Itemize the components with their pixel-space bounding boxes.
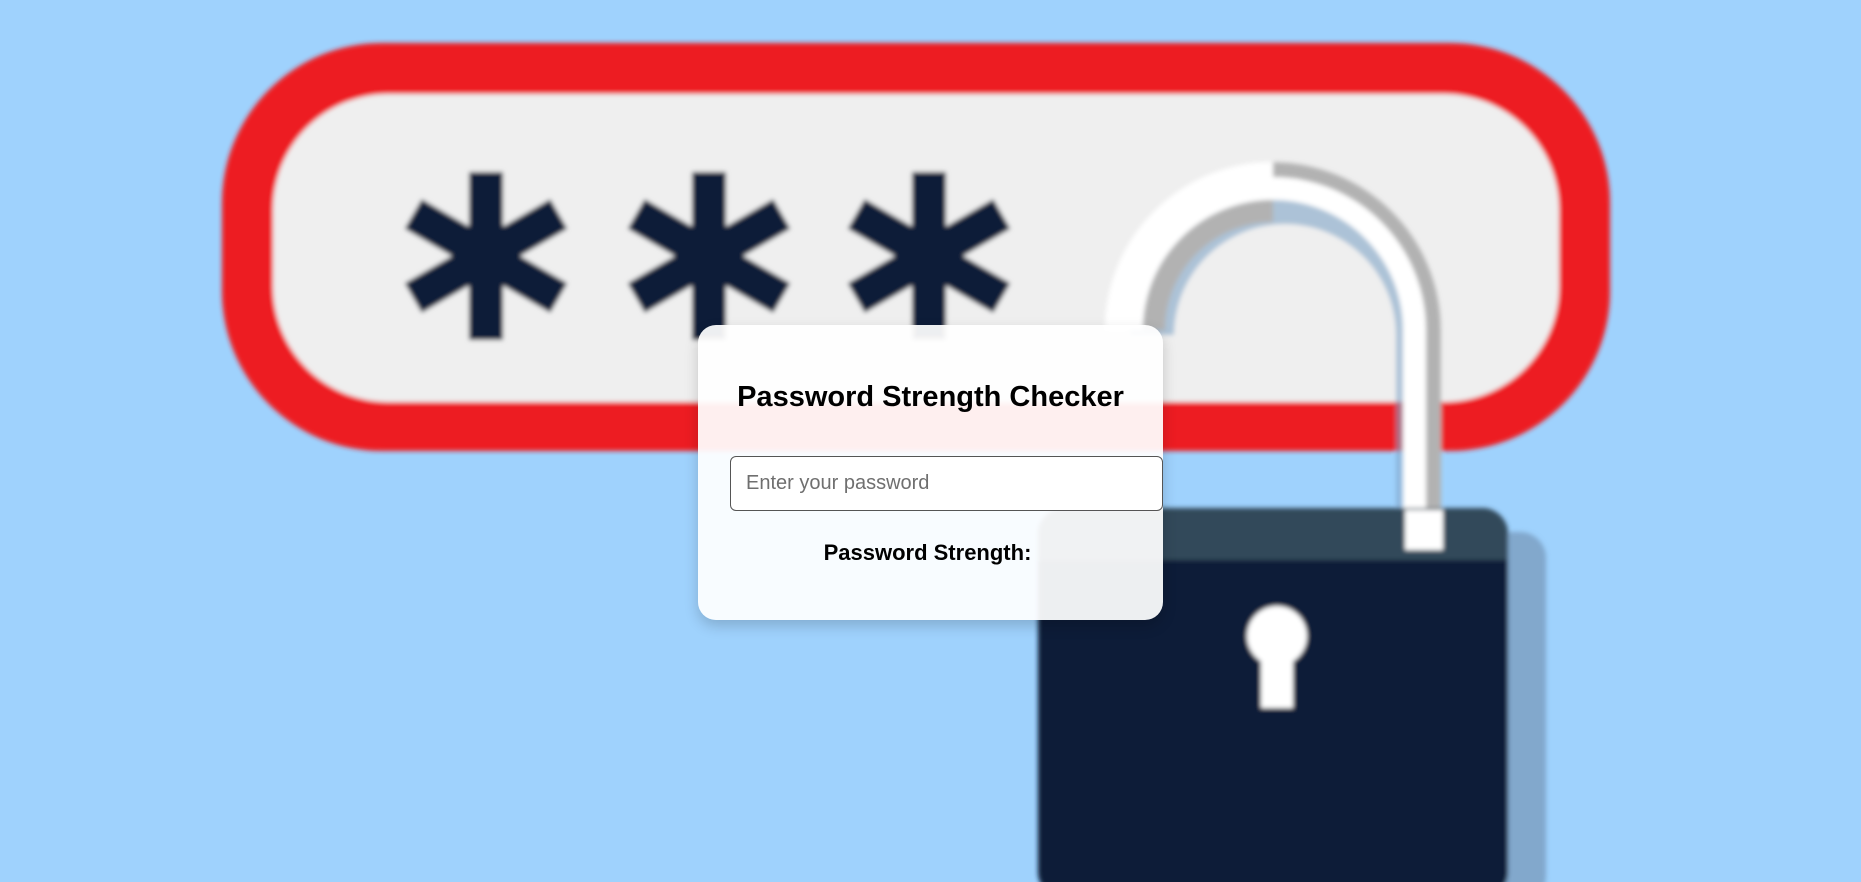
password-strength-row: Password Strength: — [698, 540, 1163, 566]
password-strength-label: Password Strength: — [823, 540, 1032, 565]
card-title: Password Strength Checker — [737, 381, 1124, 413]
asterisk-icons — [404, 172, 1011, 340]
password-input[interactable] — [730, 456, 1163, 511]
password-checker-card: Password Strength Checker Password Stren… — [698, 325, 1163, 620]
